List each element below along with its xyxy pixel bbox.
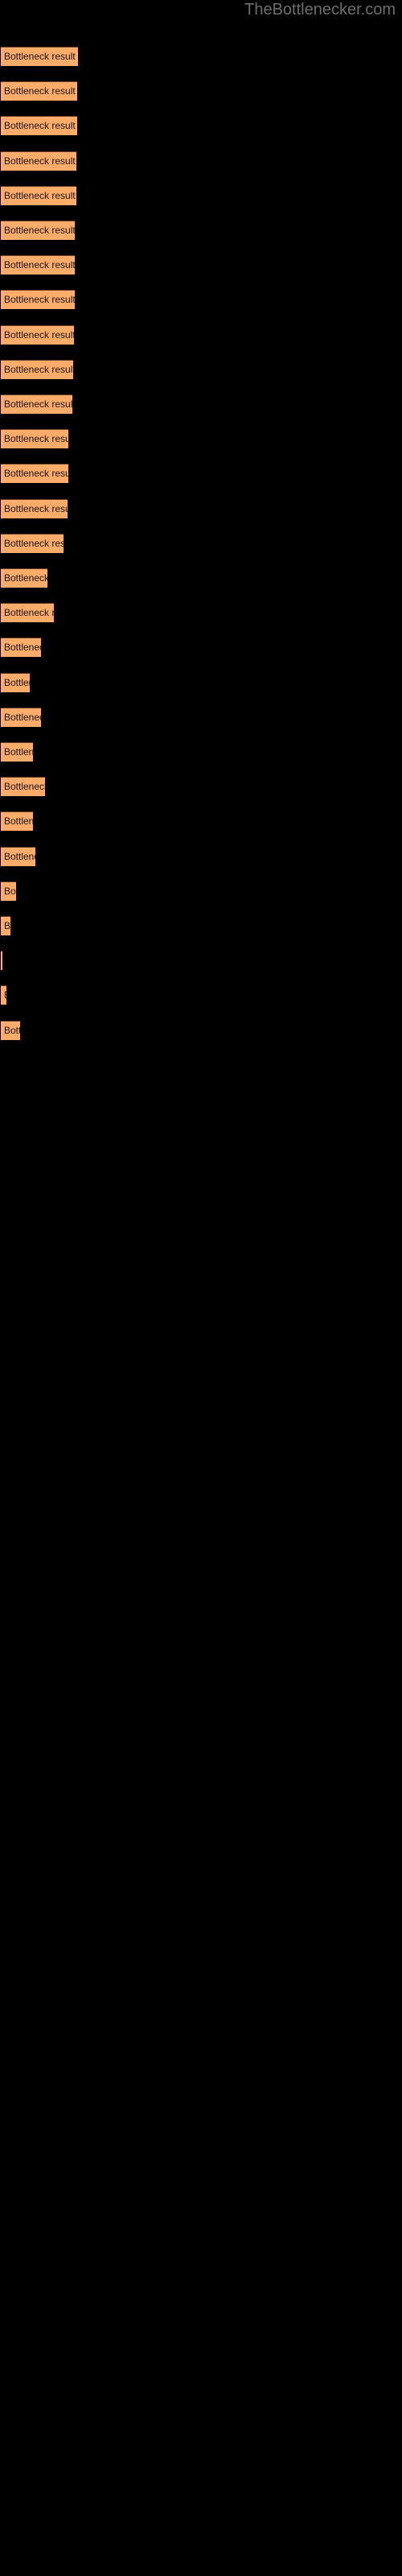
bar-label: Bottleneck result — [4, 712, 41, 723]
bar-label: Bottleneck result — [4, 815, 33, 827]
bar-label-clip: Bottleneck result — [1, 464, 68, 483]
bar-label-clip: Bottleneck result — [1, 1021, 20, 1040]
bar-label: Bottleneck result — [4, 503, 68, 514]
bar-label-clip: Bottleneck result — [1, 811, 33, 831]
plot-area: Bottleneck result Bottleneck result Bottle… — [0, 0, 402, 2576]
bar-label: Bottleneck result — [4, 433, 68, 444]
bar-label-clip: Bottleneck result — [1, 742, 33, 762]
bar-label-clip: Bottleneck result — [1, 673, 30, 692]
bar-label: Bottleneck result — [4, 607, 54, 618]
bar-label: Bottleneck result — [4, 572, 47, 584]
bar-label-clip: Bottleneck result — [1, 290, 75, 309]
bar-label-clip: Bottleneck result — [1, 221, 75, 240]
bottleneck-bar-chart: TheBottlenecker.com Bottleneck result Bot… — [0, 0, 402, 2576]
bar-label: Bottleneck result — [4, 538, 64, 549]
bar-label-clip: Bottleneck result — [1, 47, 78, 66]
bar-label-clip: Bottleneck result — [1, 951, 2, 970]
bar-label: Bottleneck result — [4, 851, 35, 862]
bar-label: Bottleneck result — [4, 329, 74, 341]
bar-label-clip: Bottleneck result — [1, 881, 16, 901]
bar-label-clip: Bottleneck result — [1, 325, 74, 345]
bar-label-clip: Bottleneck result — [1, 429, 68, 448]
bar-label: Bottleneck result — [4, 781, 45, 792]
bar-label: Bottleneck result — [4, 677, 30, 688]
bar-label: Bottleneck result — [4, 886, 16, 897]
bar-label-clip: Bottleneck result — [1, 116, 77, 135]
bar-label: Bottleneck result — [4, 1025, 20, 1036]
bar-label-clip: Bottleneck result — [1, 777, 45, 796]
bar-label-clip: Bottleneck result — [1, 186, 76, 205]
bar-label: Bottleneck result — [4, 120, 76, 131]
bar-label-clip: Bottleneck result — [1, 638, 41, 657]
bar-label: Bottleneck result — [4, 85, 76, 97]
bar-label: Bottleneck result — [4, 746, 33, 758]
bar-label: Bottleneck result — [4, 259, 75, 270]
bar-label: Bottleneck result — [4, 920, 10, 931]
bar-label: Bottleneck result — [4, 190, 76, 201]
bar-label: Bottleneck result — [4, 398, 72, 410]
bar-label: Bottleneck result — [4, 364, 73, 375]
bar-label-clip: Bottleneck result — [1, 360, 73, 379]
bar-label-clip: Bottleneck result — [1, 916, 10, 935]
bar-label-clip: Bottleneck result — [1, 985, 6, 1005]
bar-label: Bottleneck result — [4, 294, 75, 305]
bar-label: Bottleneck result — [4, 642, 41, 653]
bar-label-clip: Bottleneck result — [1, 708, 41, 727]
bar-label: Bottleneck result — [4, 468, 68, 479]
bar-label-clip: Bottleneck result — [1, 394, 72, 414]
bar-label-clip: Bottleneck result — [1, 847, 35, 866]
bar-label: Bottleneck result — [4, 51, 76, 62]
bar-label: Bottleneck result — [4, 155, 76, 167]
bar-label-clip: Bottleneck result — [1, 534, 64, 553]
bar-label-clip: Bottleneck result — [1, 568, 47, 588]
bar-label-clip: Bottleneck result — [1, 499, 68, 518]
bar-label-clip: Bottleneck result — [1, 81, 77, 101]
bar-label: Bottleneck result — [4, 985, 6, 1005]
bar-label-clip: Bottleneck result — [1, 151, 76, 171]
bar-label-clip: Bottleneck result — [1, 603, 54, 622]
bar-label-clip: Bottleneck result — [1, 255, 75, 275]
bar-label: Bottleneck result — [4, 225, 75, 236]
